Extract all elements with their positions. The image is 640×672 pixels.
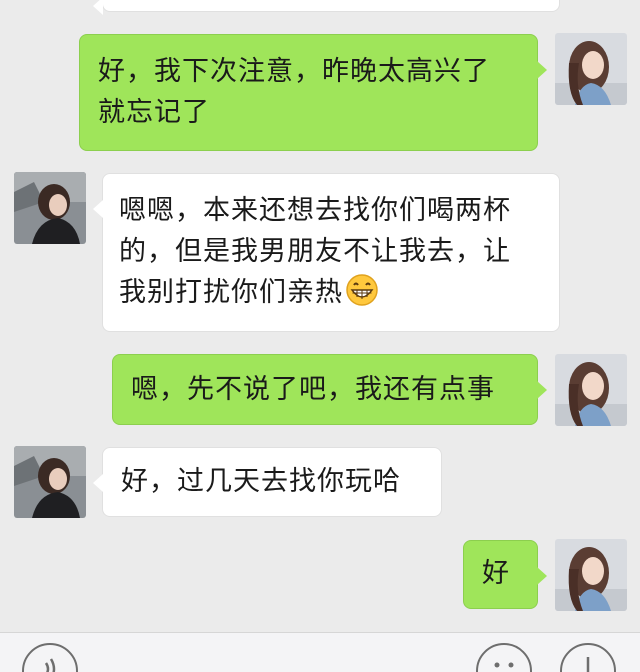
message-line-text: 我别打扰你们亲热	[119, 277, 343, 308]
message-bubble-sent[interactable]: 好，我下次注意，昨晚太高兴了 就忘记了	[79, 34, 547, 151]
message-bubble-sent[interactable]: 好	[463, 540, 547, 609]
voice-icon[interactable]	[22, 643, 78, 672]
message-bubble-sent[interactable]: 嗯，先不说了吧，我还有点事	[112, 354, 547, 425]
message-line: 嗯嗯，本来还想去找你们喝两杯	[119, 195, 511, 226]
message-line: 好，我下次注意，昨晚太高兴了	[98, 56, 490, 87]
message-bubble-received[interactable]: 好，过几天去找你玩哈	[93, 447, 442, 517]
plus-icon[interactable]	[560, 643, 616, 672]
grinning-face-emoji	[345, 273, 379, 307]
message-bubble-received[interactable]: 嗯嗯，本来还想去找你们喝两杯 的，但是我男朋友不让我去，让 我别打扰你们亲热	[93, 173, 560, 332]
message-line: 好，过几天去找你玩哈	[121, 466, 401, 497]
previous-message-bubble[interactable]	[93, 0, 560, 15]
my-avatar[interactable]	[555, 539, 627, 611]
message-line: 就忘记了	[98, 97, 210, 128]
message-line: 我别打扰你们亲热	[119, 272, 559, 313]
message-line: 好	[482, 558, 510, 589]
message-line: 嗯，先不说了吧，我还有点事	[131, 374, 495, 405]
emoji-icon[interactable]	[476, 643, 532, 672]
contact-avatar[interactable]	[14, 172, 86, 244]
contact-avatar[interactable]	[14, 446, 86, 518]
input-bar	[0, 632, 640, 672]
my-avatar[interactable]	[555, 33, 627, 105]
my-avatar[interactable]	[555, 354, 627, 426]
message-line: 的，但是我男朋友不让我去，让	[119, 236, 511, 267]
chat-area[interactable]: 好，我下次注意，昨晚太高兴了 就忘记了 嗯嗯，本来还想去找你们喝两杯 的，但是我…	[0, 0, 640, 632]
